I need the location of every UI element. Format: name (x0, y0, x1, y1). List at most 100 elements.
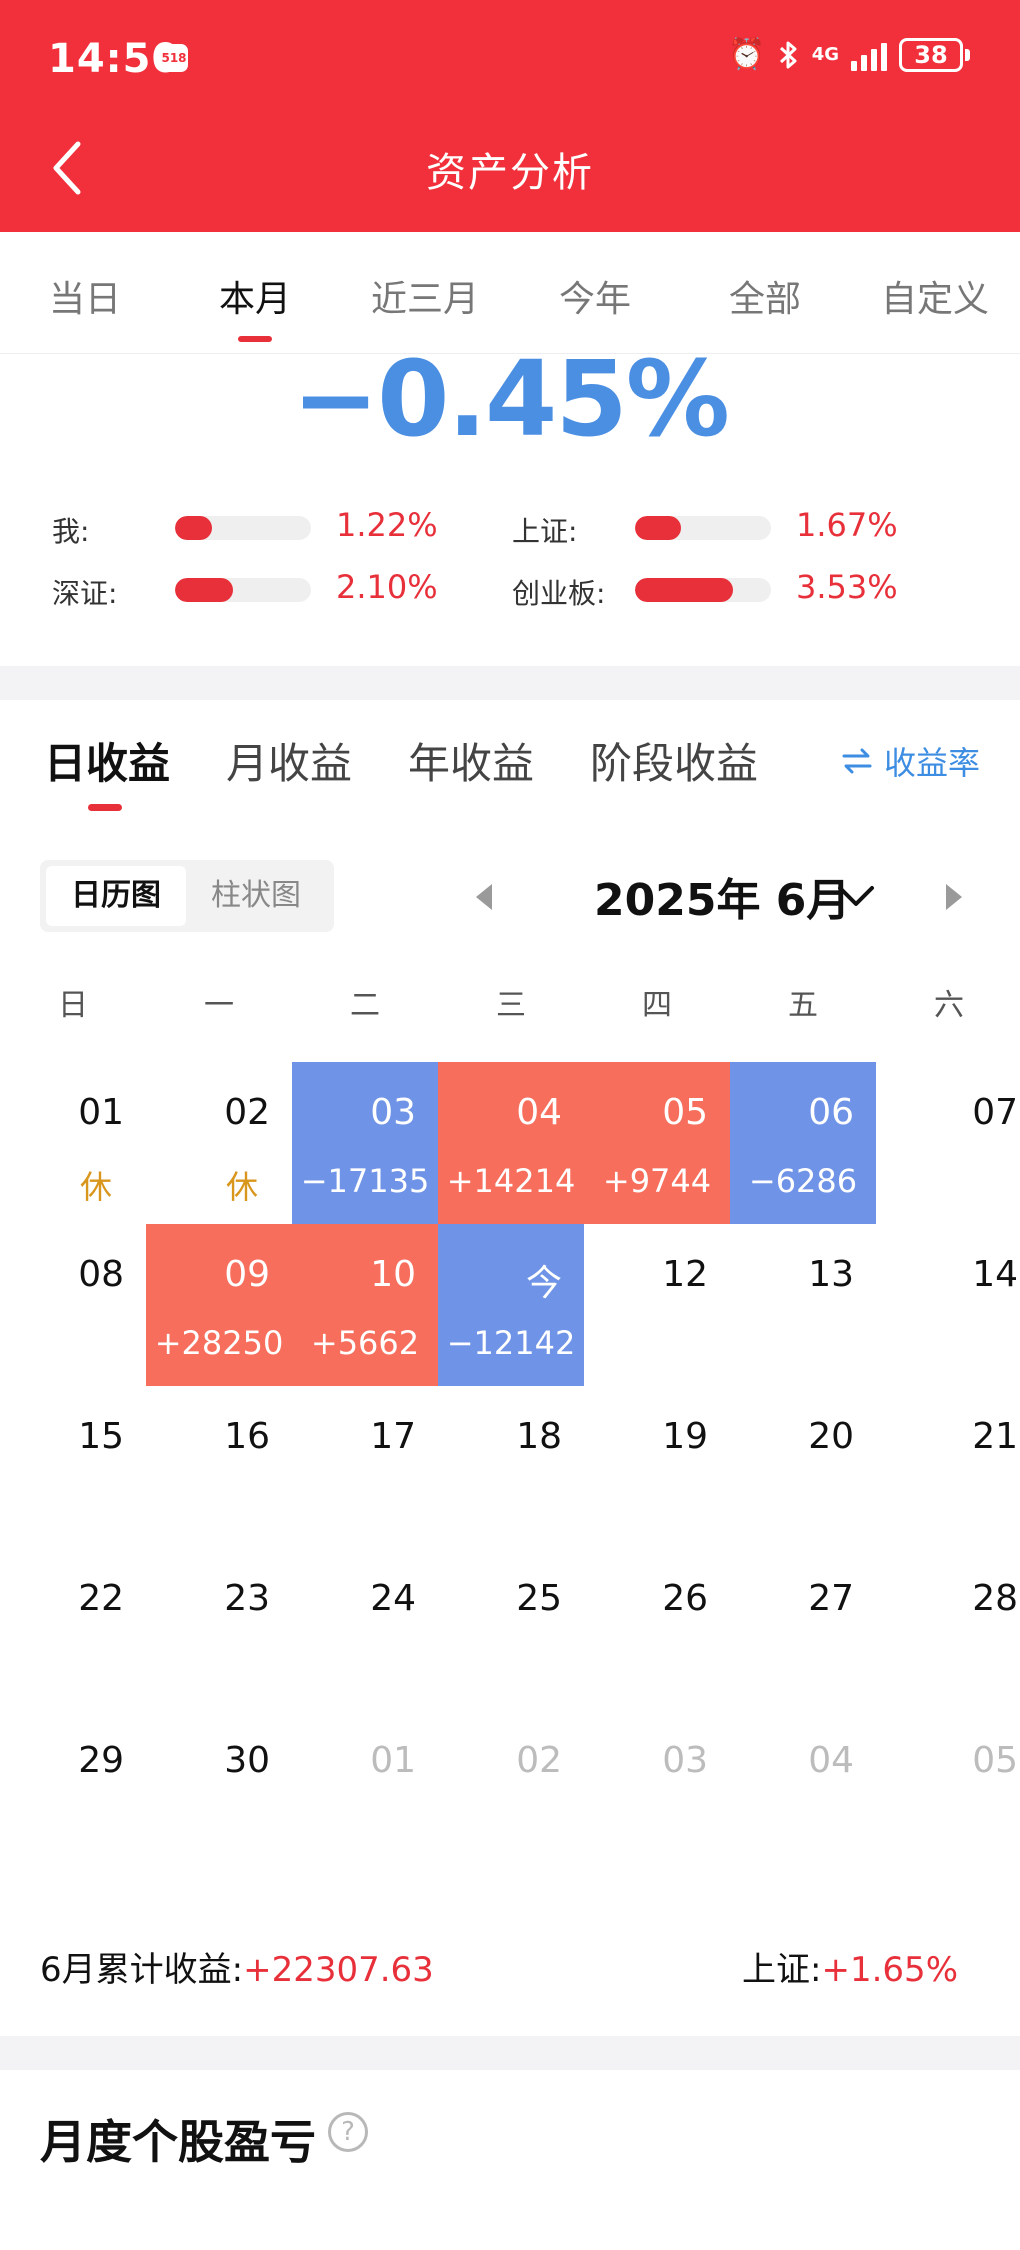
calendar-day[interactable]: 07 (876, 1062, 1020, 1224)
section-title: 月度个股盈亏 (40, 2115, 316, 2169)
calendar-day[interactable]: 04 (730, 1710, 876, 1872)
calendar-day[interactable]: 18 (438, 1386, 584, 1548)
day-number: 今 (525, 1263, 562, 1304)
day-number: 01 (78, 1092, 124, 1133)
app-header: 14:50 518 ⏰ 4G 38 资产分析 (0, 0, 1020, 232)
daily-profit: −17135 (300, 1162, 430, 1200)
signal-icon (851, 39, 887, 71)
day-number: 24 (370, 1578, 416, 1619)
calendar-day[interactable]: 02 (438, 1710, 584, 1872)
calendar-day[interactable]: 20 (730, 1386, 876, 1548)
calendar-day[interactable]: 16 (146, 1386, 292, 1548)
calendar-day[interactable]: 05 (876, 1710, 1020, 1872)
daily-profit: −12142 (446, 1324, 576, 1362)
next-month-button[interactable] (938, 880, 968, 914)
calendar-day[interactable]: 01 休 (0, 1062, 146, 1224)
calendar-day[interactable]: 22 (0, 1548, 146, 1710)
calendar-day[interactable]: 23 (146, 1548, 292, 1710)
calendar-day[interactable]: 13 (730, 1224, 876, 1386)
day-number: 16 (224, 1416, 270, 1457)
tab-yearly-income[interactable]: 年收益 (408, 730, 534, 791)
day-number: 21 (972, 1416, 1018, 1457)
calendar-day[interactable]: 27 (730, 1548, 876, 1710)
day-number: 30 (224, 1740, 270, 1781)
calendar-day[interactable]: 25 (438, 1548, 584, 1710)
day-number: 12 (662, 1254, 708, 1295)
day-number: 20 (808, 1416, 854, 1457)
month-selector[interactable]: 2025年 6月 (594, 864, 850, 928)
calendar-day[interactable]: 08 (0, 1224, 146, 1386)
calendar-day[interactable]: 05 +9744 (584, 1062, 730, 1224)
calendar-day[interactable]: 03 (584, 1710, 730, 1872)
comparison-label: 创业板: (512, 577, 606, 610)
section-divider (0, 2036, 1020, 2070)
day-number: 10 (370, 1254, 416, 1295)
cumulative-income-value: +22307.63 (243, 1950, 434, 1990)
chevron-down-icon[interactable] (836, 878, 876, 914)
day-number: 06 (808, 1092, 854, 1133)
calendar-day[interactable]: 06 −6286 (730, 1062, 876, 1224)
day-number: 25 (516, 1578, 562, 1619)
day-number: 17 (370, 1416, 416, 1457)
comparison-bar (175, 578, 311, 602)
comparison-label: 深证: (52, 577, 118, 610)
calendar-day[interactable]: 04 +14214 (438, 1062, 584, 1224)
tab-this-year[interactable]: 今年 (510, 270, 680, 322)
calendar-day[interactable]: 15 (0, 1386, 146, 1548)
daily-profit: +28250 (154, 1324, 284, 1362)
calendar-day[interactable]: 今 −12142 (438, 1224, 584, 1386)
day-number: 09 (224, 1254, 270, 1295)
tab-this-month[interactable]: 本月 (170, 270, 340, 342)
calendar-day[interactable]: 19 (584, 1386, 730, 1548)
return-percent: −0.45% (292, 338, 730, 460)
tab-daily-income[interactable]: 日收益 (44, 730, 170, 791)
day-number: 02 (516, 1740, 562, 1781)
comparison-bar (635, 578, 771, 602)
tab-three-months[interactable]: 近三月 (340, 270, 510, 322)
day-number: 18 (516, 1416, 562, 1457)
battery-icon: 38 (899, 38, 970, 72)
comparison-value: 2.10% (336, 568, 438, 606)
weekday-label: 四 (642, 988, 672, 1023)
calendar-view-button[interactable]: 日历图 (46, 866, 186, 926)
tab-monthly-income[interactable]: 月收益 (226, 730, 352, 791)
bar-chart-view-button[interactable]: 柱状图 (186, 866, 326, 926)
calendar-day[interactable]: 12 (584, 1224, 730, 1386)
tab-today[interactable]: 当日 (0, 270, 170, 322)
weekday-label: 日 (58, 988, 88, 1023)
help-icon[interactable]: ? (328, 2112, 368, 2152)
tab-stage-income[interactable]: 阶段收益 (590, 730, 758, 791)
calendar-day[interactable]: 09 +28250 (146, 1224, 292, 1386)
calendar-day[interactable]: 10 +5662 (292, 1224, 438, 1386)
calendar-day[interactable]: 14 (876, 1224, 1020, 1386)
calendar-day[interactable]: 17 (292, 1386, 438, 1548)
prev-month-button[interactable] (470, 880, 500, 914)
tab-all[interactable]: 全部 (680, 270, 850, 322)
day-number: 04 (808, 1740, 854, 1781)
day-number: 22 (78, 1578, 124, 1619)
yield-rate-toggle[interactable]: 收益率 (842, 738, 980, 784)
calendar-day[interactable]: 01 (292, 1710, 438, 1872)
period-tabs: 当日 本月 近三月 今年 全部 自定义 (0, 232, 1020, 354)
comparison-bar (175, 516, 311, 540)
day-number: 08 (78, 1254, 124, 1295)
network-type: 4G (811, 44, 839, 65)
calendar-day[interactable]: 26 (584, 1548, 730, 1710)
holiday-label: 休 (79, 1168, 112, 1206)
swap-icon (842, 748, 872, 774)
calendar-day[interactable]: 03 −17135 (292, 1062, 438, 1224)
day-number: 14 (972, 1254, 1018, 1295)
day-number: 05 (662, 1092, 708, 1133)
day-number: 05 (972, 1740, 1018, 1781)
calendar-day[interactable]: 29 (0, 1710, 146, 1872)
calendar-day[interactable]: 30 (146, 1710, 292, 1872)
yield-rate-label: 收益率 (883, 744, 980, 782)
calendar-day[interactable]: 21 (876, 1386, 1020, 1548)
notification-app-icon: 518 (160, 44, 188, 72)
day-number: 28 (972, 1578, 1018, 1619)
calendar-day[interactable]: 02 休 (146, 1062, 292, 1224)
day-number: 02 (224, 1092, 270, 1133)
calendar-day[interactable]: 24 (292, 1548, 438, 1710)
tab-custom[interactable]: 自定义 (850, 270, 1020, 322)
calendar-day[interactable]: 28 (876, 1548, 1020, 1710)
